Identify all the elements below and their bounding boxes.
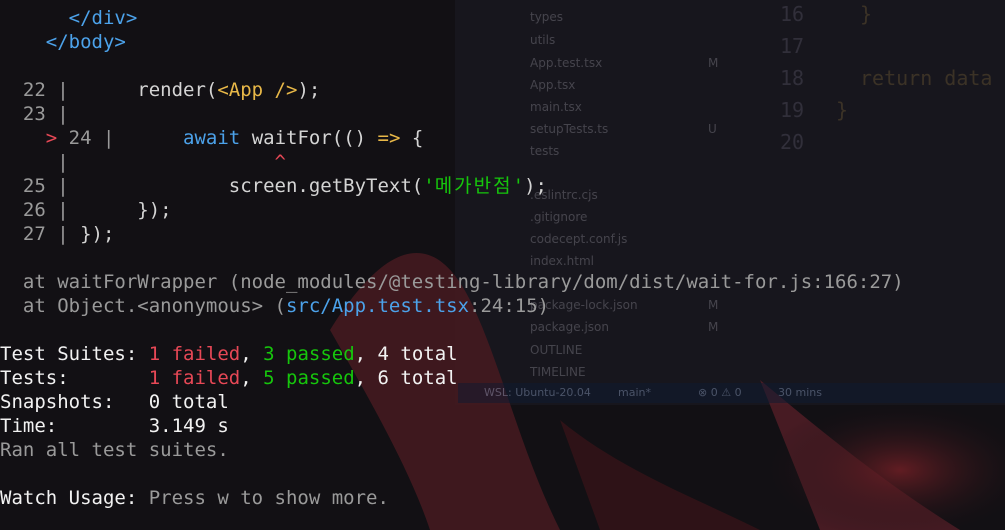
error-marker: > (45, 127, 58, 149)
source-file-link[interactable]: src/App.test.tsx (286, 295, 469, 317)
passed-count: 3 passed (263, 343, 355, 365)
test-suites-summary: Test Suites: 1 failed, 3 passed, 4 total (0, 343, 458, 365)
watch-usage: Watch Usage: Press w to show more. (0, 487, 389, 509)
code-frame-line: > 24 | await waitFor(() => { (45, 127, 424, 149)
code-frame-line: | ^ (0, 151, 286, 173)
stack-trace-line: at waitForWrapper (node_modules/@testing… (0, 271, 904, 293)
passed-count: 5 passed (263, 367, 355, 389)
code-frame-line: 27 | }); (0, 223, 115, 245)
code-frame-line: 23 | (0, 103, 81, 125)
code-frame-line: 26 | }); (0, 199, 172, 221)
html-close-div: </div> (68, 7, 138, 29)
terminal-output: </div> </body> 22 | render(<App />); 23 … (0, 0, 1005, 530)
failed-count: 1 failed (148, 343, 241, 365)
total-count: 6 total (377, 367, 458, 389)
failed-count: 1 failed (148, 367, 241, 389)
stack-trace-line: at Object.<anonymous> (src/App.test.tsx:… (0, 295, 550, 317)
snapshots-summary: Snapshots: 0 total (0, 391, 229, 413)
total-count: 4 total (377, 343, 458, 365)
html-close-body: </body> (45, 31, 126, 53)
error-caret: ^ (80, 151, 286, 173)
code-frame-line: 22 | render(<App />); (0, 79, 321, 101)
tests-summary: Tests: 1 failed, 5 passed, 6 total (0, 367, 458, 389)
ran-all-suites: Ran all test suites. (0, 439, 229, 461)
code-frame-line: 25 | screen.getByText('메가반점'); (0, 175, 547, 197)
time-summary: Time: 3.149 s (0, 415, 229, 437)
